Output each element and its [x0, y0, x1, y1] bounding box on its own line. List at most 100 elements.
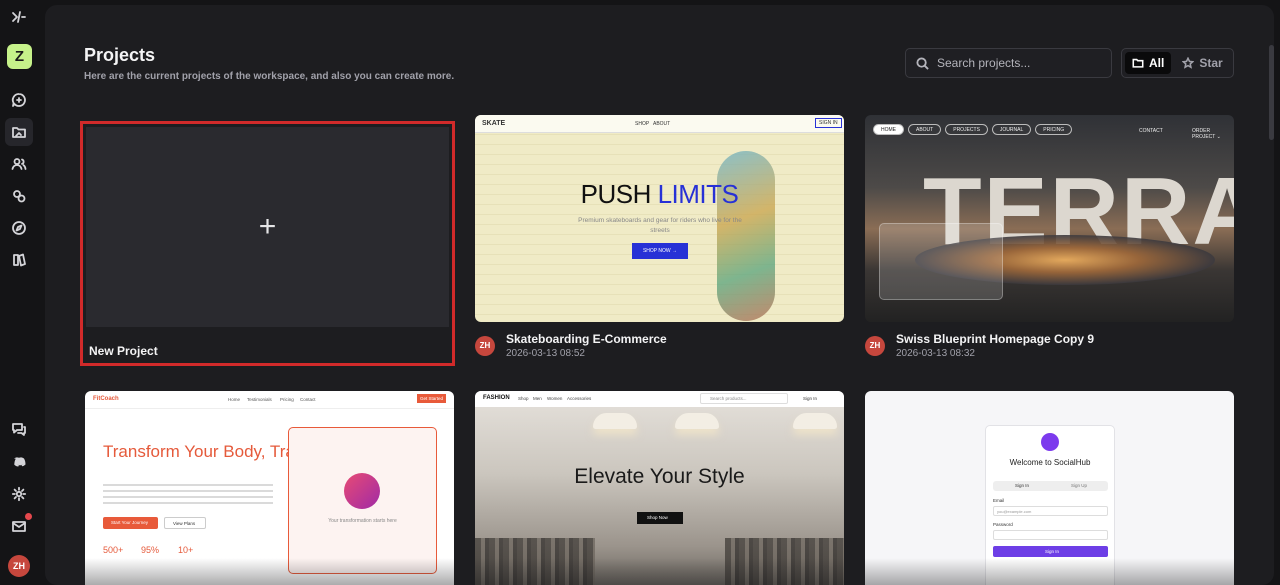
user-avatar[interactable]: ZH: [8, 555, 30, 577]
preview-navbar: FASHION Shop Men Women Accessories Searc…: [475, 391, 844, 407]
preview-nav-item: ABOUT: [653, 121, 671, 127]
app-logo-icon[interactable]: [9, 7, 29, 27]
page-title: Projects: [84, 45, 156, 65]
thumbnail-fade: [475, 558, 844, 585]
compass-icon[interactable]: [9, 218, 29, 238]
new-project-label: New Project: [89, 344, 158, 358]
thumbnail-fade: [85, 558, 454, 585]
project-thumbnail[interactable]: SKATE SHOP ABOUT SIGN IN PUSH LIMITS Pre…: [475, 115, 844, 322]
search-box[interactable]: [905, 48, 1112, 78]
inbox-icon[interactable]: [9, 513, 32, 536]
preview-search: Search products...: [700, 393, 788, 404]
notification-dot: [25, 513, 32, 520]
filter-all-button[interactable]: All: [1125, 52, 1172, 74]
filter-star-label: Star: [1199, 56, 1223, 70]
scrollbar[interactable]: [1269, 45, 1274, 140]
preview-lamp: [675, 413, 719, 429]
preview-nav-item: Testimonials: [247, 397, 272, 402]
projects-nav-icon[interactable]: [5, 118, 33, 146]
preview-nav-item: Contact: [300, 397, 316, 402]
project-meta: ZH Swiss Blueprint Homepage Copy 9 2026-…: [865, 332, 1234, 359]
preview-tabs: Sign In Sign Up: [993, 481, 1108, 491]
preview-signin: Sign In: [803, 396, 818, 401]
project-thumbnail[interactable]: FASHION Shop Men Women Accessories Searc…: [475, 391, 844, 585]
preview-lamp: [593, 413, 637, 429]
preview-stat: 500+: [103, 545, 124, 555]
preview-info-panel: [879, 223, 1003, 300]
preview-nav-item: Women: [547, 396, 563, 401]
project-title: Swiss Blueprint Homepage Copy 9: [896, 332, 1095, 346]
link-icon[interactable]: [9, 186, 29, 206]
filter-toggle: All Star: [1121, 48, 1234, 78]
sidebar: Z ZH: [0, 0, 38, 579]
preview-nav-item: CONTACT: [1139, 128, 1163, 134]
preview-stat: 10+: [178, 545, 194, 555]
preview-navbar: HOME ABOUT PROJECTS JOURNAL PRICING: [873, 124, 1073, 135]
preview-nav-item: Home: [228, 397, 241, 402]
preview-nav-item: PRICING: [1035, 124, 1073, 135]
project-thumbnail[interactable]: FitCoach Home Testimonials Pricing Conta…: [85, 391, 454, 585]
preview-tab: Sign In: [1015, 483, 1030, 488]
settings-gear-icon[interactable]: [9, 484, 29, 504]
project-card[interactable]: FitCoach Home Testimonials Pricing Conta…: [85, 391, 454, 585]
preview-cta: Get Started: [417, 394, 447, 403]
discord-icon[interactable]: [9, 452, 29, 472]
preview-nav-item: JOURNAL: [991, 124, 1032, 135]
preview-brand: FitCoach: [93, 396, 119, 402]
project-thumbnail[interactable]: TERRA HOME ABOUT PROJECTS JOURNAL PRICIN…: [865, 115, 1234, 322]
preview-cta: Shop Now: [637, 512, 683, 524]
project-meta: ZH Skateboarding E-Commerce 2026-03-13 0…: [475, 332, 844, 359]
owner-avatar: ZH: [475, 335, 495, 356]
filter-star-button[interactable]: Star: [1175, 52, 1229, 74]
plus-icon: +: [258, 210, 277, 243]
preview-brand: SKATE: [482, 120, 506, 127]
preview-nav-item: HOME: [873, 124, 904, 135]
preview-title: Welcome to SocialHub: [1009, 458, 1091, 467]
page-subtitle: Here are the current projects of the wor…: [84, 71, 455, 82]
preview-nav-item: PROJECTS: [945, 124, 988, 135]
preview-nav-item: Men: [533, 396, 542, 401]
preview-signin: SIGN IN: [815, 118, 842, 128]
project-card[interactable]: TERRA HOME ABOUT PROJECTS JOURNAL PRICIN…: [865, 115, 1234, 359]
star-icon: [1182, 57, 1195, 69]
preview-primary-button: Start Your Journey: [103, 517, 158, 529]
new-project-card[interactable]: + New Project: [80, 121, 455, 366]
preview-cta: SHOP NOW →: [632, 243, 688, 259]
preview-secondary-button: View Plans: [164, 517, 206, 529]
search-input[interactable]: [937, 56, 1097, 70]
preview-navbar: SKATE SHOP ABOUT SIGN IN: [475, 115, 844, 133]
thumbnail-fade: [865, 558, 1234, 585]
folder-icon: [1132, 58, 1144, 68]
preview-nav-item: SHOP: [635, 121, 650, 127]
feedback-icon[interactable]: [9, 419, 29, 439]
project-card[interactable]: SKATE SHOP ABOUT SIGN IN PUSH LIMITS Pre…: [475, 115, 844, 359]
preview-label: Password: [993, 522, 1013, 527]
new-project-thumbnail[interactable]: +: [86, 127, 449, 327]
main-panel: Projects Here are the current projects o…: [45, 5, 1274, 585]
project-date: 2026-03-13 08:32: [896, 348, 975, 359]
project-card[interactable]: FASHION Shop Men Women Accessories Searc…: [475, 391, 844, 585]
preview-caption: Your transformation starts here: [328, 518, 397, 524]
preview-submit: Sign In: [993, 546, 1108, 557]
preview-paragraph: [103, 484, 273, 506]
preview-skateboard-image: [717, 151, 775, 321]
preview-hero-panel: Your transformation starts here: [288, 427, 437, 574]
preview-nav-item: ORDER PROJECT ⌄: [1192, 128, 1221, 140]
preview-headline: Elevate Your Style: [574, 465, 745, 488]
preview-lamp: [793, 413, 837, 429]
preview-headline: PUSH LIMITS: [580, 179, 739, 209]
library-icon[interactable]: [9, 250, 29, 270]
preview-tab: Sign Up: [1071, 483, 1088, 488]
preview-password-field: [993, 530, 1108, 540]
project-thumbnail[interactable]: Welcome to SocialHub Sign In Sign Up Ema…: [865, 391, 1234, 585]
preview-dumbbell-icon: [344, 473, 380, 509]
preview-stat: 95%: [141, 545, 160, 555]
preview-subtext: Premium skateboards and gear for riders …: [578, 217, 742, 234]
preview-nav-item: Pricing: [280, 397, 294, 402]
users-icon[interactable]: [9, 154, 29, 174]
new-chat-icon[interactable]: [9, 90, 29, 110]
project-card[interactable]: Welcome to SocialHub Sign In Sign Up Ema…: [865, 391, 1234, 585]
preview-nav-item: Shop: [518, 396, 529, 401]
filter-all-label: All: [1149, 56, 1165, 70]
workspace-avatar[interactable]: Z: [7, 44, 32, 69]
